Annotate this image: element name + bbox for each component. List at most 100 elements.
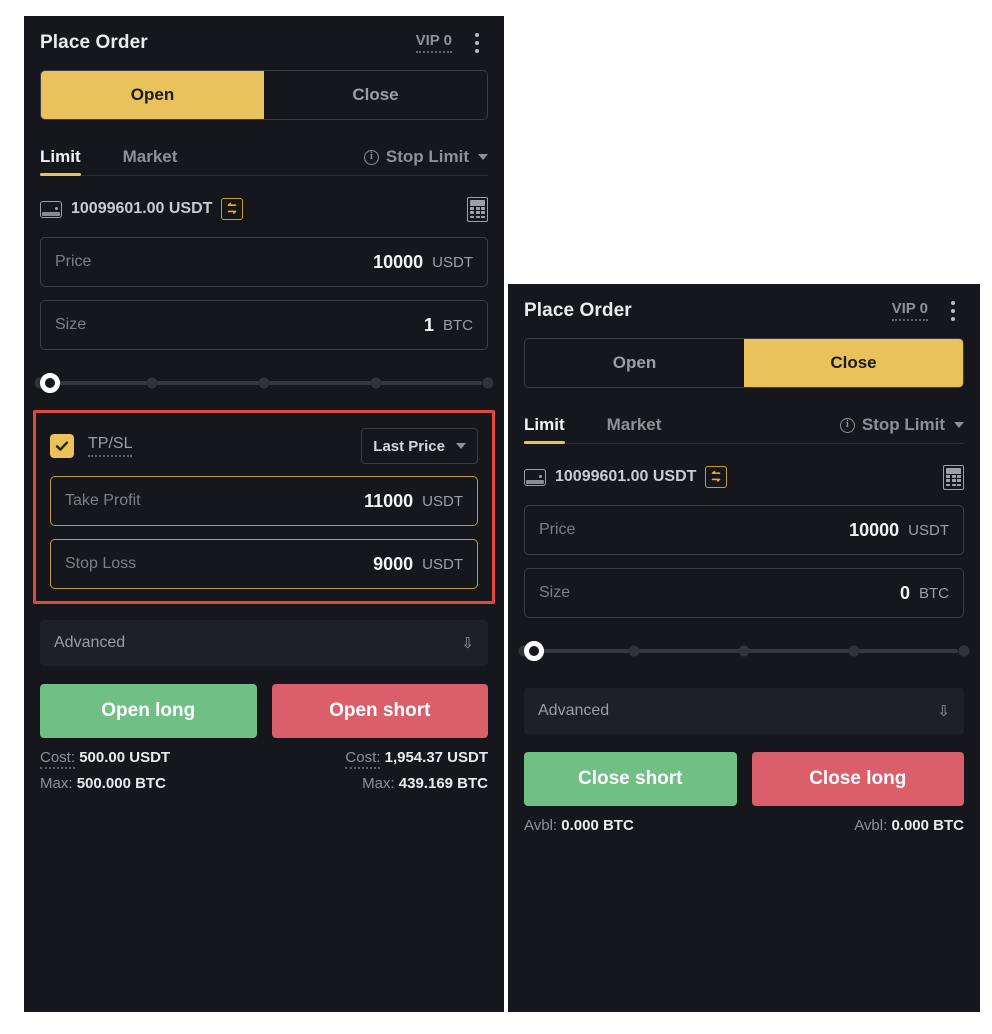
slider-tick-100[interactable] xyxy=(958,645,970,657)
chevron-down-icon xyxy=(456,443,466,449)
trigger-price-select-value: Last Price xyxy=(373,437,445,455)
place-order-panel-close: Place Order VIP 0 Open Close Limit Marke… xyxy=(508,284,980,1012)
stat-avbl-long-value: 0.000 BTC xyxy=(891,817,964,834)
open-close-toggle[interactable]: Open Close xyxy=(524,338,964,388)
tpsl-label: TP/SL xyxy=(88,435,133,457)
size-input-unit: BTC xyxy=(443,316,473,334)
take-profit-input[interactable]: Take Profit 11000 USDT xyxy=(50,476,478,526)
info-icon: i xyxy=(363,149,379,165)
tab-limit[interactable]: Limit xyxy=(40,147,81,176)
stat-max-long-value: 500.000 BTC xyxy=(76,775,166,792)
size-input[interactable]: Size 1 BTC xyxy=(40,300,488,350)
stat-max-short-value: 439.169 BTC xyxy=(398,775,488,792)
balance-amount: 10099601.00 USDT xyxy=(71,200,213,217)
tab-stop-limit-label: Stop Limit xyxy=(385,147,469,166)
price-input-unit: USDT xyxy=(432,253,473,271)
order-type-tabs: Limit Market i Stop Limit xyxy=(40,136,488,176)
price-input[interactable]: Price 10000 USDT xyxy=(40,237,488,287)
close-long-button[interactable]: Close long xyxy=(751,752,964,806)
take-profit-placeholder: Take Profit xyxy=(65,492,141,509)
size-input[interactable]: Size 0 BTC xyxy=(524,568,964,618)
close-short-button[interactable]: Close short xyxy=(524,752,737,806)
calculator-icon[interactable] xyxy=(467,196,488,222)
slider-tick-100[interactable] xyxy=(482,377,494,389)
stop-loss-placeholder: Stop Loss xyxy=(65,555,137,572)
stat-avbl-long-key: Avbl: xyxy=(854,817,888,834)
vip-badge[interactable]: VIP 0 xyxy=(891,300,928,322)
chevron-down-icon xyxy=(478,154,488,160)
stop-loss-unit: USDT xyxy=(422,555,463,573)
tpsl-row: TP/SL Last Price xyxy=(50,428,478,464)
size-input-value: 1 xyxy=(423,314,434,335)
tab-open[interactable]: Open xyxy=(41,71,264,119)
advanced-label: Advanced xyxy=(54,634,126,651)
order-actions: Open long Open short xyxy=(40,684,488,738)
tab-stop-limit[interactable]: i Stop Limit xyxy=(839,415,964,443)
screenshot-root: Place Order VIP 0 Open Close Limit Marke… xyxy=(0,0,992,1034)
stat-max-short-key: Max: xyxy=(362,775,395,792)
stop-loss-value: 9000 xyxy=(373,553,414,574)
order-stats-left: Cost: 500.00 USDT Max: 500.000 BTC xyxy=(40,749,264,801)
tab-limit[interactable]: Limit xyxy=(524,415,565,444)
tpsl-highlight-box: TP/SL Last Price Take Profit 11000 USDT … xyxy=(33,410,495,604)
slider-tick-25[interactable] xyxy=(146,377,158,389)
stat-cost-long: Cost: 500.00 USDT xyxy=(40,749,264,769)
tab-market[interactable]: Market xyxy=(123,147,178,175)
panel-header: Place Order VIP 0 xyxy=(508,284,980,334)
stat-avbl-short: Avbl: 0.000 BTC xyxy=(524,817,744,834)
vip-badge[interactable]: VIP 0 xyxy=(415,32,452,54)
info-icon: i xyxy=(839,417,855,433)
tab-close[interactable]: Close xyxy=(264,71,487,119)
tab-market[interactable]: Market xyxy=(607,415,662,443)
price-input[interactable]: Price 10000 USDT xyxy=(524,505,964,555)
stat-avbl-long: Avbl: 0.000 BTC xyxy=(744,817,964,834)
swap-icon[interactable] xyxy=(705,466,728,488)
order-stats-right: Cost: 1,954.37 USDT Max: 439.169 BTC xyxy=(264,749,488,801)
tab-close[interactable]: Close xyxy=(744,339,963,387)
tpsl-checkbox[interactable] xyxy=(50,434,74,458)
open-short-button[interactable]: Open short xyxy=(271,684,488,738)
slider-handle[interactable] xyxy=(40,373,60,393)
take-profit-unit: USDT xyxy=(422,492,463,510)
chevron-down-icon xyxy=(954,422,964,428)
price-input-placeholder: Price xyxy=(55,253,92,270)
price-input-placeholder: Price xyxy=(539,521,576,538)
slider-tick-25[interactable] xyxy=(628,645,640,657)
size-percent-slider[interactable] xyxy=(518,640,970,662)
slider-tick-50[interactable] xyxy=(738,645,750,657)
slider-tick-75[interactable] xyxy=(370,377,382,389)
balance-row: 10099601.00 USDT xyxy=(524,462,964,492)
chevron-double-down-icon: ⇩ xyxy=(937,702,950,720)
advanced-section-toggle[interactable]: Advanced ⇩ xyxy=(524,688,964,734)
advanced-label: Advanced xyxy=(538,702,610,719)
tab-stop-limit[interactable]: i Stop Limit xyxy=(363,147,488,175)
size-input-placeholder: Size xyxy=(539,584,571,601)
slider-tick-75[interactable] xyxy=(848,645,860,657)
stat-avbl-short-key: Avbl: xyxy=(524,817,558,834)
slider-handle[interactable] xyxy=(524,641,544,661)
kebab-menu-icon[interactable] xyxy=(942,298,964,324)
slider-tick-50[interactable] xyxy=(258,377,270,389)
calculator-icon[interactable] xyxy=(943,464,964,490)
stat-max-long-key: Max: xyxy=(40,775,73,792)
kebab-menu-icon[interactable] xyxy=(466,30,488,56)
price-input-unit: USDT xyxy=(908,521,949,539)
balance-amount: 10099601.00 USDT xyxy=(555,468,697,485)
price-input-value: 10000 xyxy=(373,251,424,272)
open-long-button[interactable]: Open long xyxy=(40,684,257,738)
order-type-tabs: Limit Market i Stop Limit xyxy=(524,404,964,444)
page-title: Place Order xyxy=(524,300,632,321)
size-input-placeholder: Size xyxy=(55,316,87,333)
size-percent-slider[interactable] xyxy=(34,372,494,394)
stop-loss-input[interactable]: Stop Loss 9000 USDT xyxy=(50,539,478,589)
advanced-section-toggle[interactable]: Advanced ⇩ xyxy=(40,620,488,666)
take-profit-value: 11000 xyxy=(364,490,414,511)
swap-icon[interactable] xyxy=(221,198,244,220)
balance-row: 10099601.00 USDT xyxy=(40,194,488,224)
tab-open[interactable]: Open xyxy=(525,339,744,387)
size-input-value: 0 xyxy=(899,582,910,603)
trigger-price-select[interactable]: Last Price xyxy=(361,428,478,464)
page-title: Place Order xyxy=(40,32,148,53)
open-close-toggle[interactable]: Open Close xyxy=(40,70,488,120)
place-order-panel-open: Place Order VIP 0 Open Close Limit Marke… xyxy=(24,16,504,1012)
